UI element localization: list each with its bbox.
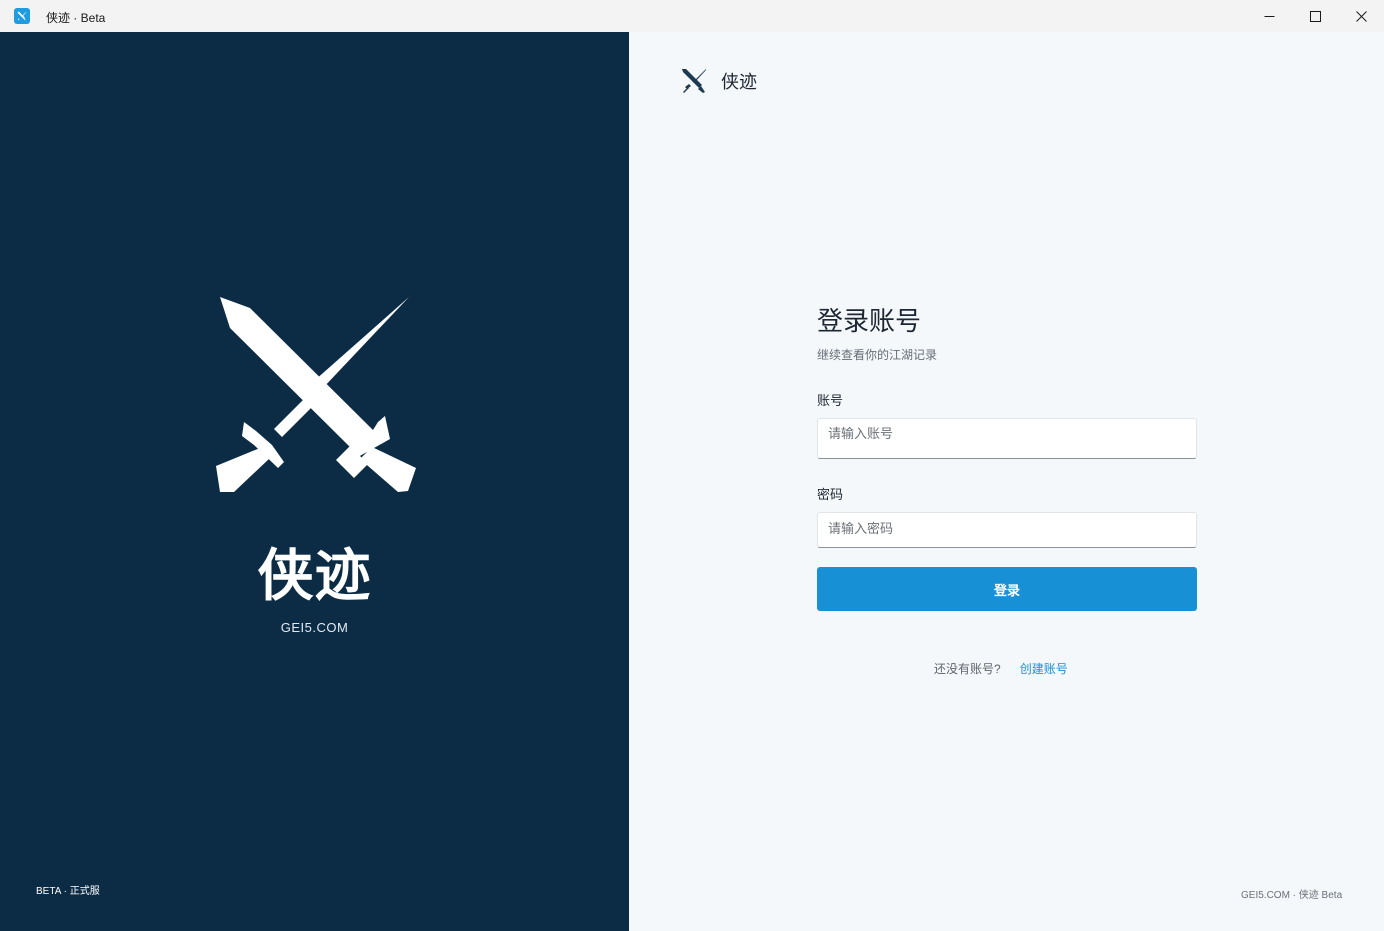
- login-button[interactable]: 登录: [817, 567, 1197, 611]
- hero-domain: GEI5.COM: [280, 620, 349, 635]
- create-account-link[interactable]: 创建账号: [1020, 660, 1068, 677]
- window-title: 侠迹 · Beta: [46, 11, 106, 25]
- crossed-swords-icon: [14, 8, 30, 24]
- password-field-container: [817, 512, 1197, 548]
- login-panel: 侠迹 登录账号 继续查看你的江湖记录 账号 密码 登录 还没有账号? 创建账号 …: [629, 32, 1384, 931]
- form-subtitle: 继续查看你的江湖记录: [817, 348, 938, 362]
- login-form: 登录账号 继续查看你的江湖记录 账号 密码 登录: [817, 304, 1197, 611]
- brand: 侠迹: [681, 68, 757, 94]
- form-title: 登录账号: [817, 306, 922, 336]
- close-icon: [1355, 10, 1367, 22]
- hero-panel: 侠迹 GEI5.COM BETA · 正式服: [0, 32, 629, 931]
- signup-row: 还没有账号? 创建账号: [934, 660, 1068, 677]
- crossed-swords-icon: [216, 297, 416, 492]
- account-label: 账号: [817, 393, 844, 408]
- maximize-icon: [1309, 10, 1321, 22]
- close-button[interactable]: [1338, 0, 1384, 32]
- crossed-swords-icon: [682, 69, 706, 93]
- signup-prompt: 还没有账号?: [934, 662, 1001, 676]
- password-input[interactable]: [818, 513, 1196, 547]
- server-badge: BETA · 正式服: [36, 886, 100, 897]
- account-input[interactable]: [818, 419, 1196, 458]
- title-bar: 侠迹 · Beta: [0, 0, 1384, 32]
- password-label: 密码: [817, 487, 844, 502]
- maximize-button[interactable]: [1292, 0, 1338, 32]
- footer-text: GEI5.COM · 侠迹 Beta: [1241, 890, 1343, 901]
- account-field-container: [817, 418, 1197, 459]
- minimize-button[interactable]: [1246, 0, 1292, 32]
- hero-title: 侠迹: [257, 544, 372, 607]
- brand-name: 侠迹: [721, 72, 757, 92]
- minimize-icon: [1264, 15, 1274, 17]
